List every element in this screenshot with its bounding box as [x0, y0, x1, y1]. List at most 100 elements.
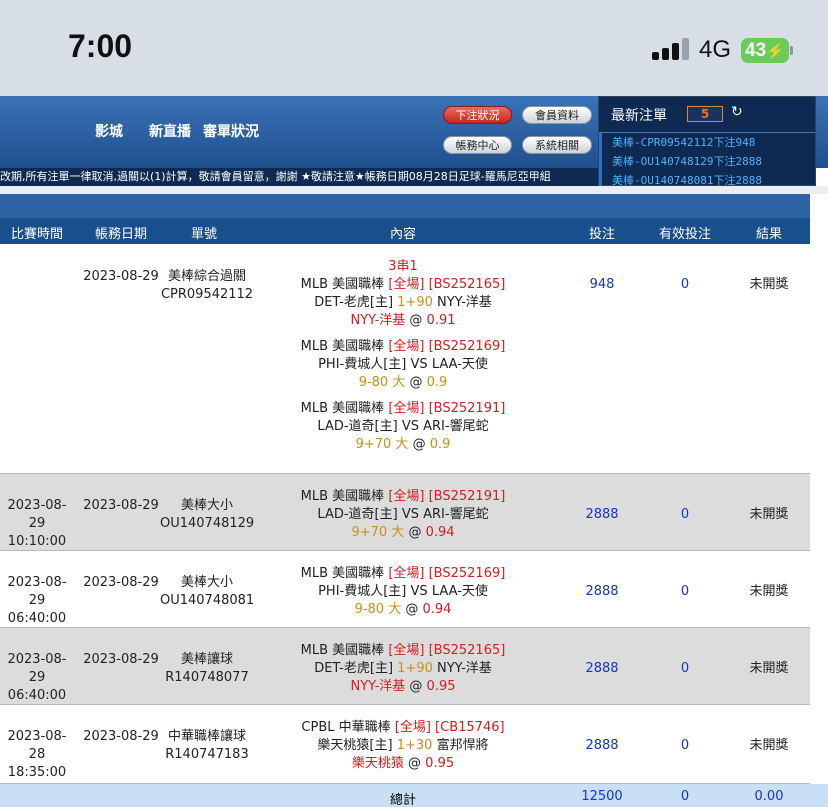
bet-type: 美棒大小 [180, 575, 233, 590]
header-match-time: 比賽時間 [10, 227, 63, 242]
account-center-button[interactable]: 帳務中心 [443, 136, 512, 154]
odds: 0.91 [426, 313, 456, 328]
valid-stake: 0 [680, 738, 690, 753]
odds: 0.9 [426, 375, 448, 390]
ticket-info: 中華職棒讓球 R140747183 [160, 728, 254, 764]
handicap: 1+30 [396, 738, 433, 753]
pick: NYY-洋基 [350, 313, 406, 328]
match-tag: [全場] [BS252165] [388, 643, 506, 658]
bet-type: 美棒讓球 [180, 652, 233, 667]
bet-type: 美棒大小 [180, 498, 233, 513]
away-team: ARI-響尾蛇 [423, 419, 489, 434]
latest-bet-item[interactable]: 美棒-OU140748129下注2888 [599, 152, 815, 171]
match-time: 2023-08-29 06:40:00 [0, 651, 74, 705]
home-team: LAD-道奇[主] [317, 419, 398, 434]
bet-leg: MLB 美國職棒 [全場] [BS252165] DET-老虎[主] 1+90 … [282, 276, 524, 330]
versus: VS [410, 584, 428, 599]
total-stake: 12500 [581, 789, 623, 804]
at-sign: @ [409, 313, 423, 328]
match-clock: 10:10:00 [7, 534, 67, 549]
result: 未開獎 [749, 584, 789, 599]
pick: 9-80 大 [354, 602, 402, 617]
match-date: 2023-08-29 [7, 498, 67, 531]
at-sign: @ [409, 375, 423, 390]
pick: 9-80 大 [358, 375, 406, 390]
handicap: 1+90 [397, 295, 433, 310]
league: MLB 美國職棒 [300, 489, 385, 504]
latest-bet-item[interactable]: 美棒-CPR09542112下注948 [599, 133, 815, 152]
ticket-number: CPR09542112 [160, 287, 254, 302]
ticket-info: 美棒綜合過關 CPR09542112 [160, 268, 254, 304]
result: 未開獎 [749, 661, 789, 676]
at-sign: @ [408, 756, 422, 771]
table-row: 2023-08-29 10:10:00 2023-08-29 美棒大小 OU1407… [0, 474, 810, 551]
account-date: 2023-08-29 [83, 652, 159, 667]
home-team: DET-老虎[主] [314, 661, 394, 676]
odds: 0.94 [425, 525, 455, 540]
league: MLB 美國職棒 [300, 401, 385, 416]
bet-content: CPBL 中華職棒 [全場] [CB15746] 樂天桃猿[主] 1+30 富邦… [282, 719, 524, 773]
match-clock: 06:40:00 [7, 611, 67, 626]
nav-review[interactable]: 審單狀況 [203, 121, 259, 141]
bet-leg: MLB 美國職棒 [全場] [BS252169] PHI-費城人[主] VS L… [282, 338, 524, 392]
match-date: 2023-08-29 [7, 652, 67, 685]
match-date: 2023-08-29 [7, 575, 67, 608]
pick: 9+70 大 [355, 437, 409, 452]
bet-status-button[interactable]: 下注狀況 [443, 106, 512, 124]
table-row: 2023-08-29 06:40:00 2023-08-29 美棒讓球 R14074… [0, 628, 810, 705]
stake-amount: 948 [589, 277, 615, 292]
pick: 樂天桃猿 [351, 756, 404, 771]
home-team: PHI-費城人[主] [318, 584, 407, 599]
header-result: 結果 [755, 227, 782, 242]
bet-content: MLB 美國職棒 [全場] [BS252191] LAD-道奇[主] VS AR… [282, 488, 524, 542]
result: 未開獎 [749, 738, 789, 753]
versus: VS [401, 507, 419, 522]
bet-type: 美棒綜合過關 [167, 269, 246, 284]
battery-nub [790, 46, 793, 55]
latest-bets-list: 美棒-CPR09542112下注948 美棒-OU140748129下注2888… [599, 132, 815, 190]
at-sign: @ [412, 437, 426, 452]
away-team: NYY-洋基 [437, 661, 492, 676]
match-tag: [全場] [BS252169] [388, 566, 506, 581]
header-account-date: 帳務日期 [94, 227, 147, 242]
league: MLB 美國職棒 [300, 277, 385, 292]
valid-stake: 0 [680, 584, 690, 599]
league: CPBL 中華職棒 [301, 720, 391, 735]
account-date: 2023-08-29 [83, 575, 159, 590]
stake-amount: 2888 [585, 738, 619, 753]
stake-amount: 2888 [585, 507, 619, 522]
ticket-info: 美棒讓球 R140748077 [160, 651, 254, 687]
totals-row: 總計 12500 0 0.00 [0, 784, 828, 808]
bet-leg: MLB 美國職棒 [全場] [BS252191] LAD-道奇[主] VS AR… [282, 400, 524, 454]
bet-content: MLB 美國職棒 [全場] [BS252165] DET-老虎[主] 1+90 … [282, 642, 524, 696]
odds: 0.9 [429, 437, 451, 452]
match-date: 2023-08-28 [7, 729, 67, 762]
bet-content: 3串1 MLB 美國職棒 [全場] [BS252165] DET-老虎[主] 1… [282, 258, 524, 462]
account-date: 2023-08-29 [83, 729, 159, 744]
battery-level: 43 [745, 40, 767, 61]
account-date: 2023-08-29 [83, 269, 159, 284]
match-tag: [全場] [BS252165] [388, 277, 506, 292]
at-sign: @ [409, 679, 423, 694]
match-time: 2023-08-29 10:10:00 [0, 497, 74, 551]
valid-stake: 0 [680, 661, 690, 676]
result: 未開獎 [749, 507, 789, 522]
header-valid-stake: 有效投注 [658, 227, 711, 242]
away-team: 富邦悍將 [436, 738, 489, 753]
ticket-info: 美棒大小 OU140748129 [160, 497, 254, 533]
table-header: 比賽時間 帳務日期 單號 內容 投注 有效投注 結果 [0, 218, 810, 244]
member-info-button[interactable]: 會員資料 [522, 106, 592, 124]
nav-cinema[interactable]: 影城 [95, 121, 123, 141]
system-button[interactable]: 系統相關 [522, 136, 592, 154]
header-ticket-no: 單號 [190, 227, 217, 242]
announcement-marquee: 改期,所有注單一律取消,過關以(1)計算，敬請會員留意，謝謝 ★敬請注意★帳務日… [0, 168, 598, 186]
refresh-icon[interactable]: ↻ [731, 104, 743, 120]
away-team: NYY-洋基 [437, 295, 492, 310]
match-time: 2023-08-28 18:35:00 [0, 728, 74, 782]
latest-bets-count: 5 [687, 106, 723, 122]
odds: 0.95 [426, 679, 456, 694]
nav-live[interactable]: 新直播 [149, 121, 191, 141]
ticket-info: 美棒大小 OU140748081 [160, 574, 254, 610]
valid-stake: 0 [680, 507, 690, 522]
match-time: 2023-08-29 06:40:00 [0, 574, 74, 628]
